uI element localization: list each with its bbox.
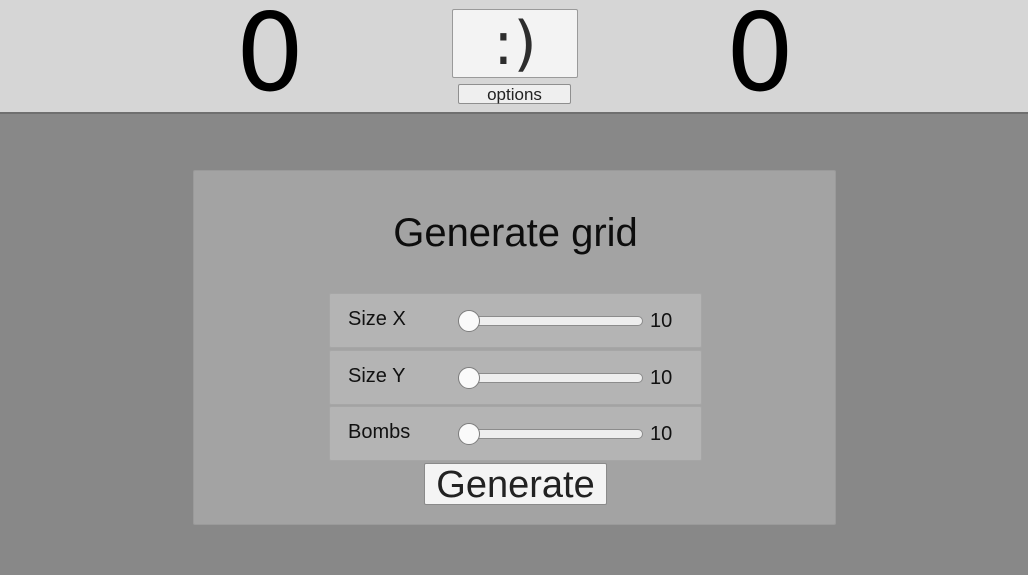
options-button[interactable]: options — [458, 84, 571, 104]
bomb-counter: 0 — [235, 0, 305, 116]
size-y-slider-track[interactable] — [460, 373, 643, 383]
bombs-value: 10 — [650, 423, 673, 445]
size-y-slider-handle[interactable] — [458, 367, 480, 389]
size-x-slider-track[interactable] — [460, 316, 643, 326]
panel-title: Generate grid — [393, 211, 638, 255]
bombs-slider-track[interactable] — [460, 429, 643, 439]
size-x-slider-handle[interactable] — [458, 310, 480, 332]
size-y-row: Size Y 10 — [329, 350, 702, 405]
size-x-value: 10 — [650, 310, 673, 332]
timer-counter: 0 — [725, 0, 795, 116]
top-bar: 0 :) options 0 — [0, 0, 1028, 114]
bombs-row: Bombs 10 — [329, 406, 702, 461]
generate-grid-panel: Generate grid Size X 10 Size Y 10 Bombs … — [193, 170, 836, 525]
size-x-row: Size X 10 — [329, 293, 702, 348]
generate-button[interactable]: Generate — [424, 463, 607, 506]
size-x-label: Size X — [348, 308, 406, 330]
reset-smiley-button[interactable]: :) — [452, 9, 578, 79]
bombs-slider-handle[interactable] — [458, 423, 480, 445]
size-y-value: 10 — [650, 367, 673, 389]
size-y-label: Size Y — [348, 365, 406, 387]
bombs-label: Bombs — [348, 421, 411, 443]
